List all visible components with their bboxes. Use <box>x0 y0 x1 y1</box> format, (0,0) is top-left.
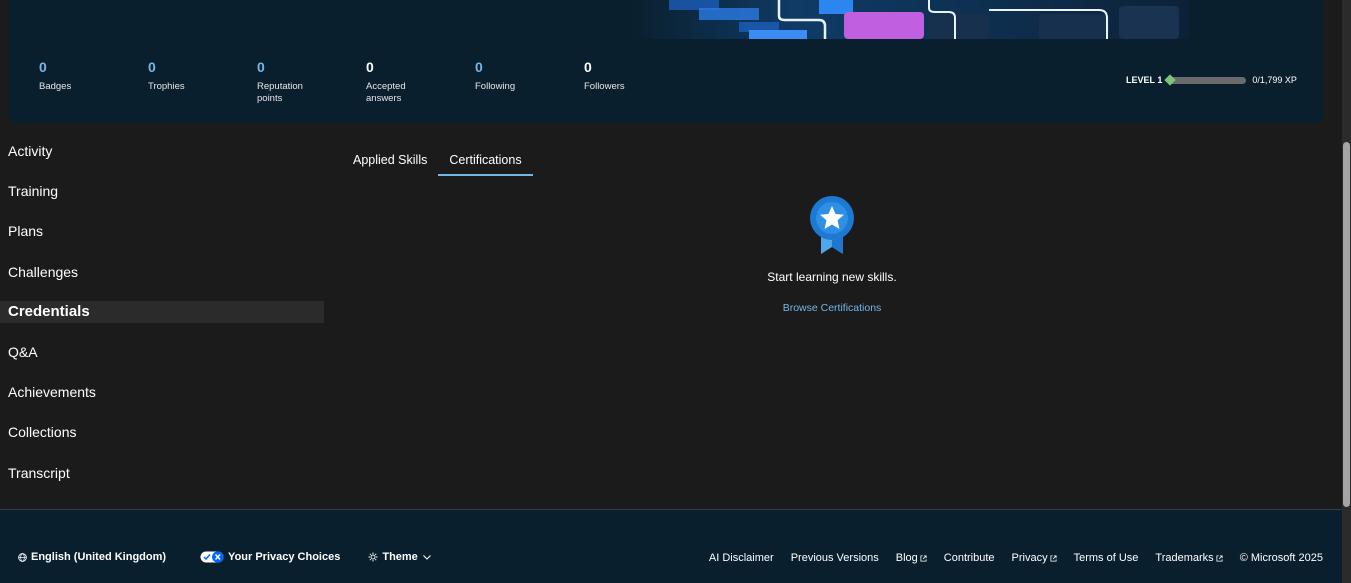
stat-label: Trophies <box>148 81 185 92</box>
stat-reputation[interactable]: 0 Reputation points <box>257 59 317 105</box>
stat-label: Accepted answers <box>366 81 406 104</box>
footer-link-previous-versions[interactable]: Previous Versions <box>791 552 879 564</box>
stat-label: Badges <box>39 81 72 92</box>
empty-state-message: Start learning new skills. <box>767 270 897 284</box>
sidebar-item-qna[interactable]: Q&A <box>0 341 324 363</box>
footer-link-blog[interactable]: Blog <box>896 552 927 564</box>
stat-trophies[interactable]: 0 Trophies <box>148 59 238 93</box>
privacy-choices-link[interactable]: Your Privacy Choices <box>200 551 340 563</box>
globe-icon <box>18 552 27 562</box>
credentials-tabs: Applied Skills Certifications <box>342 146 533 176</box>
footer-link-privacy-label: Privacy <box>1011 552 1048 564</box>
stat-value: 0 <box>366 59 374 75</box>
sidebar-item-challenges[interactable]: Challenges <box>0 261 324 283</box>
sun-icon <box>368 552 378 562</box>
stat-followers: 0 Followers <box>584 59 674 93</box>
stat-badges[interactable]: 0 Badges <box>39 59 129 93</box>
stat-value: 0 <box>148 59 156 75</box>
sidebar-item-plans[interactable]: Plans <box>0 220 324 242</box>
profile-sidebar: Activity Training Plans Challenges Crede… <box>0 140 324 502</box>
site-footer: English (United Kingdom) Your Privacy Ch… <box>0 509 1342 583</box>
sidebar-item-credentials[interactable]: Credentials <box>0 300 324 323</box>
language-selector[interactable]: English (United Kingdom) <box>18 551 166 563</box>
privacy-choices-label: Your Privacy Choices <box>228 551 341 563</box>
copyright: © Microsoft 2025 <box>1239 552 1323 564</box>
stat-following[interactable]: 0 Following <box>475 59 565 93</box>
footer-link-privacy[interactable]: Privacy <box>1012 552 1057 564</box>
profile-summary-card: 0 Badges 0 Trophies 0 Reputation points … <box>9 0 1323 123</box>
footer-link-contribute[interactable]: Contribute <box>944 552 995 564</box>
footer-link-terms-of-use[interactable]: Terms of Use <box>1074 552 1139 564</box>
stat-label: Followers <box>584 81 625 92</box>
sidebar-item-activity[interactable]: Activity <box>0 140 324 162</box>
banner-illustration <box>629 0 1189 39</box>
footer-links: AI Disclaimer Previous Versions Blog Con… <box>692 552 1323 564</box>
external-link-icon <box>1050 554 1057 562</box>
xp-text: 0/1,799 XP <box>1252 75 1297 85</box>
footer-link-trademarks[interactable]: Trademarks <box>1155 552 1223 564</box>
certification-badge-icon <box>810 196 854 254</box>
stat-label: Reputation points <box>257 81 303 104</box>
scrollbar-thumb[interactable] <box>1343 142 1350 507</box>
stat-accepted-answers: 0 Accepted answers <box>366 59 426 105</box>
xp-marker-icon <box>1164 73 1177 86</box>
sidebar-item-collections[interactable]: Collections <box>0 421 324 443</box>
page-scrollbar[interactable] <box>1342 0 1351 583</box>
language-label: English (United Kingdom) <box>31 551 167 563</box>
sidebar-item-training[interactable]: Training <box>0 180 324 202</box>
footer-link-ai-disclaimer[interactable]: AI Disclaimer <box>709 552 774 564</box>
xp-progress-bar <box>1164 73 1247 86</box>
stat-value: 0 <box>584 59 592 75</box>
chevron-down-icon <box>422 555 431 560</box>
footer-settings: English (United Kingdom) Your Privacy Ch… <box>18 551 436 563</box>
theme-selector[interactable]: Theme <box>368 551 435 563</box>
level-label: LEVEL 1 <box>1126 75 1163 85</box>
certifications-empty-state: Start learning new skills. Browse Certif… <box>732 196 932 316</box>
sidebar-item-transcript[interactable]: Transcript <box>0 462 324 484</box>
theme-label: Theme <box>382 551 418 563</box>
browse-certifications-link[interactable]: Browse Certifications <box>783 302 882 314</box>
stat-value: 0 <box>257 59 265 75</box>
footer-link-blog-label: Blog <box>895 552 918 564</box>
tab-applied-skills[interactable]: Applied Skills <box>342 146 438 176</box>
stat-label: Following <box>475 81 516 92</box>
stat-value: 0 <box>475 59 483 75</box>
tab-certifications[interactable]: Certifications <box>438 146 533 176</box>
level-progress: LEVEL 1 0/1,799 XP <box>1126 73 1297 86</box>
sidebar-item-achievements[interactable]: Achievements <box>0 381 324 403</box>
privacy-choices-icon <box>200 551 224 563</box>
stat-value: 0 <box>39 59 47 75</box>
footer-link-trademarks-label: Trademarks <box>1155 552 1214 564</box>
external-link-icon <box>1216 554 1223 562</box>
external-link-icon <box>920 554 927 562</box>
